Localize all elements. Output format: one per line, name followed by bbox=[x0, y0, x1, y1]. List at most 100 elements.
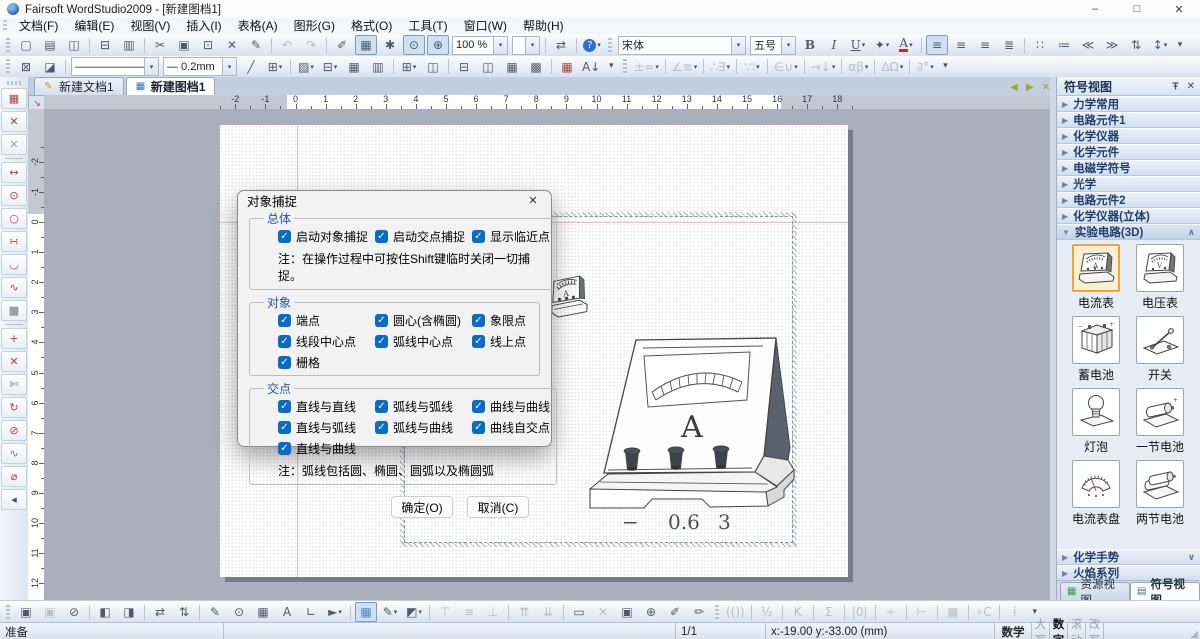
math-plusminus-button[interactable]: ±=▾ bbox=[632, 57, 661, 77]
menu-item[interactable]: 帮助(H) bbox=[515, 18, 572, 34]
checkbox[interactable]: ✓直线与曲线 bbox=[278, 440, 375, 457]
chevron-down-icon[interactable]: ▾ bbox=[493, 37, 507, 54]
font-size-combo[interactable]: 五号▾ bbox=[750, 36, 796, 55]
rotate-tool-button[interactable]: ↻ bbox=[1, 397, 27, 418]
snap-curve-button[interactable]: ∿ bbox=[1, 277, 27, 298]
tab-next-button[interactable]: ▶ bbox=[1026, 82, 1034, 93]
paragraph-spacing-button[interactable]: ⇅ bbox=[1125, 35, 1147, 55]
pin-icon[interactable] bbox=[1171, 81, 1180, 91]
checkbox-checked-icon[interactable]: ✓ bbox=[472, 421, 485, 434]
menu-item[interactable]: 视图(V) bbox=[122, 18, 178, 34]
chevron-down-icon[interactable]: ▾ bbox=[144, 58, 158, 75]
math-degree-button[interactable]: ∘C bbox=[973, 602, 995, 622]
menu-item[interactable]: 编辑(E) bbox=[66, 18, 122, 34]
checkbox-checked-icon[interactable]: ✓ bbox=[278, 314, 291, 327]
math-set-button[interactable]: ∈∪▾ bbox=[772, 57, 800, 77]
tab-drawing1[interactable]: ▦ 新建图档1 bbox=[126, 77, 216, 95]
chevron-down-icon[interactable]: ▾ bbox=[222, 58, 236, 75]
insert-table-button[interactable]: ⊞▾ bbox=[398, 57, 420, 77]
frame-style-button[interactable]: ⊟▾ bbox=[319, 57, 341, 77]
pencil-tool-button[interactable]: ✏ bbox=[688, 602, 710, 622]
mirror-tool-button[interactable]: ⊘ bbox=[1, 420, 27, 441]
ammeter-drawing[interactable]: A − 0.6 3 bbox=[580, 330, 796, 538]
line-color-button[interactable]: ╱ bbox=[240, 57, 262, 77]
grid-snap-button[interactable]: ▥ bbox=[367, 57, 389, 77]
merge-cells-button[interactable]: ▦ bbox=[501, 57, 523, 77]
symbol-item-ammeter-dial[interactable]: 电流表盘 bbox=[1065, 460, 1127, 527]
print-preview-button[interactable]: ▥ bbox=[118, 35, 140, 55]
checkbox-checked-icon[interactable]: ✓ bbox=[375, 314, 388, 327]
panel-close-icon[interactable]: ✕ bbox=[1187, 81, 1195, 92]
snap-dash-button[interactable]: ∺ bbox=[1, 231, 27, 252]
underline-button[interactable]: U▾ bbox=[847, 35, 869, 55]
math-delta-button[interactable]: ΔΩ▾ bbox=[879, 57, 905, 77]
char-spacing-button[interactable]: ✦▾ bbox=[871, 35, 893, 55]
align-justify-button[interactable]: ≣ bbox=[998, 35, 1020, 55]
snap-grid-button[interactable]: ▦ bbox=[1, 88, 27, 109]
line-spacing-button[interactable]: ↕▾ bbox=[1149, 35, 1171, 55]
checkbox[interactable]: ✓线段中心点 bbox=[278, 333, 375, 350]
magnifier-button[interactable]: ⊙ bbox=[228, 602, 250, 622]
secondary-combo[interactable]: ▾ bbox=[512, 36, 540, 55]
paste-button[interactable]: ⊡ bbox=[197, 35, 219, 55]
grid-toggle-button[interactable]: ▦ bbox=[355, 35, 377, 55]
checkbox-checked-icon[interactable]: ✓ bbox=[375, 421, 388, 434]
snap-cross-button[interactable]: + bbox=[1, 328, 27, 349]
checkbox[interactable]: ✓启动交点捕捉 bbox=[375, 228, 472, 245]
diameter-button[interactable]: ⌀ bbox=[1, 466, 27, 487]
checkbox[interactable]: ✓弧线中心点 bbox=[375, 333, 472, 350]
align-center-button[interactable]: ≡ bbox=[950, 35, 972, 55]
checkbox-checked-icon[interactable]: ✓ bbox=[472, 314, 485, 327]
checkbox[interactable]: ✓曲线自交点 bbox=[472, 419, 550, 436]
snap-endpoint-button[interactable]: ↔ bbox=[1, 162, 27, 183]
split-table-button[interactable]: ◫ bbox=[422, 57, 444, 77]
trim-button[interactable]: ✄ bbox=[1, 374, 27, 395]
ungroup-button[interactable]: ▣ bbox=[39, 602, 61, 622]
sidebar-section-chem-gesture[interactable]: ▶ 化学手势 ∨ bbox=[1057, 549, 1200, 565]
font-color-button[interactable]: A▾ bbox=[895, 35, 917, 55]
math-abs-button[interactable]: |0| bbox=[849, 602, 871, 622]
math-matrix-button[interactable]: ▦ bbox=[942, 602, 964, 622]
symbol-item-switch[interactable]: 开关 bbox=[1129, 316, 1191, 383]
flip-vertical-button[interactable]: ⇅ bbox=[173, 602, 195, 622]
split-cells-button[interactable]: ▩ bbox=[525, 57, 547, 77]
checkbox-checked-icon[interactable]: ✓ bbox=[375, 335, 388, 348]
save-button[interactable]: ◫ bbox=[63, 35, 85, 55]
eraser-button[interactable]: ◪ bbox=[39, 57, 61, 77]
math-bracket-button[interactable]: (()) bbox=[724, 602, 747, 622]
bold-button[interactable]: B bbox=[799, 35, 821, 55]
sidebar-section[interactable]: ▶化学仪器 bbox=[1057, 128, 1200, 144]
checkbox-checked-icon[interactable]: ✓ bbox=[278, 442, 291, 455]
snap-circle-button[interactable]: ○ bbox=[1, 208, 27, 229]
increase-indent-button[interactable]: ≫ bbox=[1101, 35, 1123, 55]
checkbox-checked-icon[interactable]: ✓ bbox=[278, 335, 291, 348]
math-greek-button[interactable]: αβ▾ bbox=[846, 57, 870, 77]
snap-center-button[interactable]: ⊙ bbox=[1, 185, 27, 206]
send-back-button[interactable]: ◨ bbox=[118, 602, 140, 622]
align-middle-button[interactable]: ≡ bbox=[458, 602, 480, 622]
line-width-combo[interactable]: — 0.2mm▾ bbox=[163, 57, 237, 76]
edit-table-button[interactable]: ⊠ bbox=[15, 57, 37, 77]
checkbox-checked-icon[interactable]: ✓ bbox=[278, 421, 291, 434]
symbol-item-storage-battery[interactable]: −+ 蓄电池 bbox=[1065, 316, 1127, 383]
checkbox[interactable]: ✓曲线与曲线 bbox=[472, 398, 550, 415]
cancel-button[interactable]: 取消(C) bbox=[467, 496, 529, 518]
bullet-list-button[interactable]: ∷ bbox=[1029, 35, 1051, 55]
checkbox-checked-icon[interactable]: ✓ bbox=[472, 400, 485, 413]
sidebar-section-expanded[interactable]: ▼ 实验电路(3D) ∧ bbox=[1057, 224, 1200, 240]
math-angle-button[interactable]: ∠≅▾ bbox=[670, 57, 699, 77]
status-toggle[interactable]: 数字 bbox=[1050, 623, 1068, 639]
tab-document1[interactable]: ✎ 新建文档1 bbox=[34, 77, 124, 95]
toolbar-overflow[interactable]: ▾ bbox=[604, 57, 618, 77]
chevron-down-icon[interactable]: ▾ bbox=[525, 37, 539, 54]
checkbox[interactable]: ✓象限点 bbox=[472, 312, 533, 329]
checkbox-checked-icon[interactable]: ✓ bbox=[472, 335, 485, 348]
checkbox[interactable]: ✓端点 bbox=[278, 312, 375, 329]
line-style-combo[interactable]: ———————▾ bbox=[71, 57, 159, 76]
dashed-frame-button[interactable]: ▭ bbox=[568, 602, 590, 622]
symbol-item-voltmeter[interactable]: V 电压表 bbox=[1129, 244, 1191, 311]
bring-front-button[interactable]: ◧ bbox=[94, 602, 116, 622]
symbol-item-one-cell[interactable]: + 一节电池 bbox=[1129, 388, 1191, 455]
snap-arc-button[interactable]: ◡ bbox=[1, 254, 27, 275]
menu-item[interactable]: 表格(A) bbox=[230, 18, 286, 34]
